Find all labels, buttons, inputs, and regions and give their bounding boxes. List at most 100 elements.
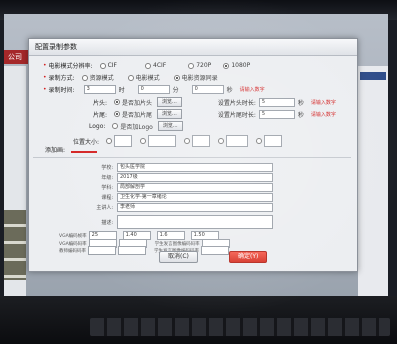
logo-checkbox[interactable]: [112, 123, 119, 129]
required-mark: •: [43, 62, 47, 69]
outro-duration-input[interactable]: 5: [258, 109, 295, 119]
info-row-grade: 年级: 2017级: [77, 173, 273, 182]
speaker-label: 主讲人:: [96, 205, 113, 211]
watermark-indicator: [71, 151, 97, 153]
subject-label: 学科:: [101, 185, 113, 191]
teacher-bitrate-label: 教师编码码率: [59, 248, 86, 254]
position-box-3: [192, 135, 211, 147]
info-row-description: 描述:: [77, 215, 273, 229]
intro-label: 片头:: [93, 99, 108, 107]
intro-checkbox[interactable]: [114, 99, 121, 105]
position-box-4: [226, 135, 249, 147]
outro-browse-button[interactable]: 浏览...: [157, 109, 182, 119]
intro-duration-hint: 请输入数字: [310, 99, 336, 106]
teacher-bitrate-input-2[interactable]: [118, 246, 146, 255]
info-row-school: 学校: 包头医学院: [77, 163, 273, 172]
resolution-radio-cif[interactable]: [99, 62, 106, 69]
vga-fps-label: VGA编码帧率: [59, 233, 87, 239]
record-time-row: • 录制时间: 3 时 0 分 0 秒 请输入数字: [43, 85, 265, 94]
cancel-button[interactable]: 取消(C): [159, 251, 198, 263]
student-bitrate-input-2[interactable]: [201, 246, 229, 255]
record-mode-radio-movie[interactable]: [127, 74, 134, 81]
logo-checkbox-label: 是否加Logo: [120, 123, 153, 131]
section-separator: [33, 157, 351, 158]
required-mark: •: [43, 86, 47, 93]
record-mode-option-movie[interactable]: 电影模式: [136, 73, 160, 82]
grade-label: 年级:: [101, 175, 113, 181]
position-box-2: [148, 135, 177, 147]
dialog-title: 配置录制参数: [29, 39, 357, 56]
position-box-5: [264, 135, 283, 147]
position-box-1: [114, 135, 133, 147]
resolution-row: • 电影模式分辨率: CIF 4CIF 720P 1080P: [43, 61, 260, 70]
position-radio-1[interactable]: [106, 138, 113, 144]
outro-checkbox-label: 是否加片尾: [122, 111, 153, 119]
position-radio-2[interactable]: [140, 138, 147, 144]
watermark-label: 添加画:: [45, 147, 66, 154]
screen: 公司 配置录制参数 • 电影模式分辨率: CIF 4CIF 720P 1080P…: [4, 14, 388, 296]
minutes-unit: 分: [172, 87, 179, 94]
background-right-panel: [358, 66, 388, 296]
position-row: 位置大小:: [73, 135, 286, 147]
teacher-bitrate-input-1[interactable]: [88, 246, 116, 255]
record-mode-radio-resource[interactable]: [81, 74, 88, 81]
record-mode-label: 录制方式:: [48, 75, 75, 82]
confirm-button[interactable]: 确定(Y): [229, 251, 268, 263]
logo-label: Logo:: [89, 122, 106, 130]
description-label: 描述:: [101, 219, 113, 226]
resolution-label: 电影模式分辨率:: [48, 63, 93, 70]
outro-duration-label: 设置片尾时长:: [217, 111, 256, 119]
outro-row: 片尾: 是否加片尾 浏览... 设置片尾时长: 5 秒 请输入数字: [93, 109, 336, 119]
seconds-unit: 秒: [226, 87, 233, 94]
record-time-label: 录制时间:: [48, 87, 75, 94]
info-row-subject: 学科: 局部解剖学: [77, 183, 273, 192]
info-row-speaker: 主讲人: 李老师: [77, 203, 273, 212]
resolution-option-1080p[interactable]: 1080P: [231, 62, 250, 69]
resolution-radio-4cif[interactable]: [145, 62, 151, 69]
outro-duration-hint: 请输入数字: [310, 111, 336, 118]
intro-row: 片头: 是否加片头 浏览... 设置片头时长: 5 秒 请输入数字: [93, 97, 336, 107]
keyboard: [90, 318, 390, 336]
record-time-hint: 请输入数字: [239, 87, 265, 93]
resolution-option-4cif[interactable]: 4CIF: [153, 62, 166, 69]
record-mode-option-both[interactable]: 电影资源同录: [182, 73, 218, 82]
record-mode-row: • 录制方式: 资源模式 电影模式 电影资源同录: [43, 73, 228, 82]
record-mode-radio-both[interactable]: [173, 74, 180, 81]
description-input[interactable]: [117, 215, 273, 229]
position-radio-5[interactable]: [256, 138, 263, 144]
required-mark: •: [43, 74, 47, 81]
course-input[interactable]: 卫生化学-第一章绪论: [117, 193, 273, 202]
resolution-radio-720p[interactable]: [188, 62, 195, 69]
course-label: 课程:: [101, 195, 113, 201]
logo-browse-button[interactable]: 浏览...: [157, 121, 183, 131]
resolution-option-cif[interactable]: CIF: [108, 62, 117, 69]
speaker-input[interactable]: 李老师: [117, 203, 273, 212]
intro-checkbox-label: 是否加片头: [122, 99, 153, 107]
intro-duration-input[interactable]: 5: [258, 97, 295, 107]
subject-input[interactable]: 局部解剖学: [117, 183, 273, 192]
background-thumbnails: [4, 210, 26, 280]
record-hours-input[interactable]: 3: [83, 85, 116, 94]
record-seconds-input[interactable]: 0: [191, 85, 224, 94]
position-radio-4[interactable]: [218, 138, 225, 144]
hours-unit: 时: [118, 87, 125, 94]
resolution-option-720p[interactable]: 720P: [196, 62, 211, 69]
position-radio-3[interactable]: [184, 138, 191, 144]
outro-label: 片尾:: [93, 111, 108, 119]
intro-duration-unit: 秒: [297, 99, 304, 107]
position-label: 位置大小:: [73, 138, 100, 146]
school-label: 学校:: [101, 165, 113, 171]
info-row-course: 课程: 卫生化学-第一章绪论: [77, 193, 273, 202]
outro-duration-unit: 秒: [297, 111, 304, 119]
outro-checkbox[interactable]: [114, 111, 121, 117]
record-minutes-input[interactable]: 0: [137, 85, 170, 94]
background-right-header: [360, 72, 386, 80]
grade-input[interactable]: 2017级: [117, 173, 273, 182]
resolution-radio-1080p[interactable]: [223, 62, 230, 69]
record-mode-option-resource[interactable]: 资源模式: [90, 73, 114, 82]
intro-browse-button[interactable]: 浏览...: [157, 97, 182, 107]
intro-duration-label: 设置片头时长:: [217, 99, 256, 107]
logo-row: Logo: 是否加Logo 浏览...: [89, 121, 183, 131]
school-input[interactable]: 包头医学院: [117, 163, 273, 172]
watermark-row: 添加画:: [45, 145, 68, 154]
